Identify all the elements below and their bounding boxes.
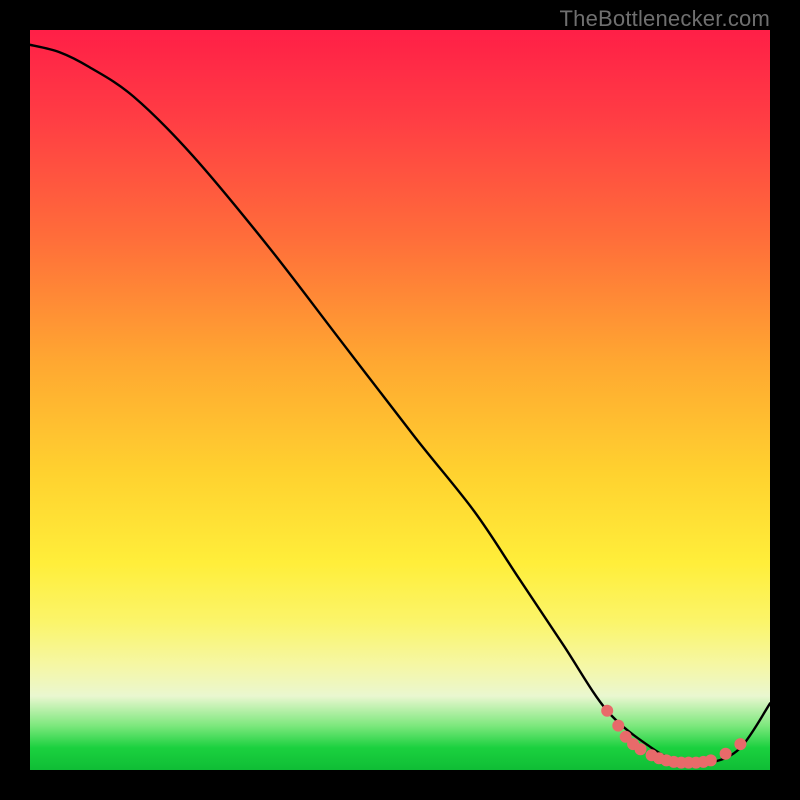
curve-marker xyxy=(612,720,624,732)
chart-frame: TheBottlenecker.com xyxy=(0,0,800,800)
curve-markers xyxy=(601,705,746,769)
credit-text: TheBottlenecker.com xyxy=(560,6,770,32)
curve-marker xyxy=(635,743,647,755)
bottleneck-curve xyxy=(30,45,770,765)
curve-marker xyxy=(705,754,717,766)
plot-area xyxy=(30,30,770,770)
curve-marker xyxy=(720,748,732,760)
curve-marker xyxy=(734,738,746,750)
curve-marker xyxy=(601,705,613,717)
curve-svg xyxy=(30,30,770,770)
